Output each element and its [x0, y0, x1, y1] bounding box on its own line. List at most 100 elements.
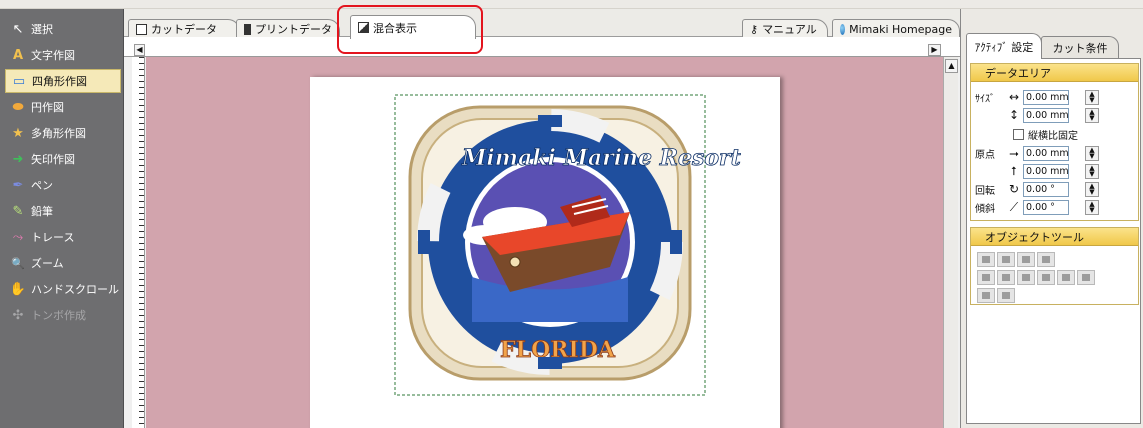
tool-select[interactable]: ↖ 選択 — [5, 17, 121, 41]
tool-label: ペン — [31, 179, 53, 192]
object-tool-row-1 — [977, 252, 1055, 267]
tool-label: トレース — [31, 231, 75, 244]
object-tool-title: オブジェクトツール — [971, 228, 1138, 246]
ellipse-icon: ⬬ — [12, 99, 24, 115]
width-field[interactable]: 0.00 mm — [1023, 89, 1069, 105]
origin-y-spinner[interactable]: ▲ ▼ — [1085, 163, 1099, 179]
drawing-canvas[interactable]: Mimaki Marine Resort FLORIDA — [146, 57, 943, 428]
tab-print-data[interactable]: プリントデータ — [236, 19, 340, 38]
pen-icon: ✒ — [12, 177, 24, 193]
bring-front-icon[interactable] — [977, 252, 995, 267]
bring-forward-icon[interactable] — [1017, 252, 1035, 267]
size-width-row: ｻｲｽﾞ ↔ 0.00 mm ▲ ▼ — [975, 88, 1099, 106]
tool-polygon[interactable]: ★ 多角形作図 — [5, 121, 121, 145]
height-field[interactable]: 0.00 mm — [1023, 107, 1069, 123]
rotate-icon: ↻ — [1008, 182, 1020, 196]
align-bottom-icon[interactable] — [1077, 270, 1095, 285]
object-tool-row-3 — [977, 288, 1015, 303]
data-area-group: データエリア ｻｲｽﾞ ↔ 0.00 mm ▲ ▼ ↕ 0.00 mm ▲ ▼ 縦横… — [970, 63, 1139, 221]
keep-ratio-label: 縦横比固定 — [1028, 130, 1078, 142]
width-arrow-icon: ↔ — [1008, 90, 1020, 104]
arrow-right-icon: ➜ — [12, 151, 24, 167]
tool-hand-scroll[interactable]: ✋ ハンドスクロール — [5, 277, 121, 301]
tab-mixed-view[interactable]: 混合表示 — [350, 15, 476, 39]
tab-label: プリントデータ — [255, 23, 332, 36]
tab-cut-conditions[interactable]: カット条件 — [1041, 36, 1119, 58]
tool-ellipse[interactable]: ⬬ 円作図 — [5, 95, 121, 119]
tool-text[interactable]: A 文字作図 — [5, 43, 121, 67]
document-tab-bar: カットデータ プリントデータ 混合表示 ⚷ マニュアル Mimaki Homep… — [124, 9, 960, 39]
skew-field[interactable]: 0.00 ° — [1023, 199, 1069, 215]
tool-pen[interactable]: ✒ ペン — [5, 173, 121, 197]
scroll-right-button[interactable]: ▶ — [928, 44, 941, 56]
scroll-up-button[interactable]: ▲ — [945, 59, 958, 73]
tool-palette: ↖ 選択 A 文字作図 ▭ 四角形作図 ⬬ 円作図 ★ 多角形作図 ➜ 矢印作図 ✒ ペン ✎… — [0, 9, 124, 428]
register-mark-icon: ✣ — [12, 307, 24, 323]
page-sheet: Mimaki Marine Resort FLORIDA — [310, 77, 780, 428]
top-bar — [0, 0, 1143, 9]
tab-mimaki-homepage[interactable]: Mimaki Homepage — [832, 19, 960, 38]
tab-label: マニュアル — [762, 23, 817, 36]
align-center-icon[interactable] — [997, 270, 1015, 285]
tool-label: 鉛筆 — [31, 205, 53, 218]
cut-data-icon — [136, 23, 147, 35]
tool-arrow[interactable]: ➜ 矢印作図 — [5, 147, 121, 171]
tool-zoom[interactable]: 🔍 ズーム — [5, 251, 121, 275]
align-left-icon[interactable] — [977, 270, 995, 285]
active-settings-body: データエリア ｻｲｽﾞ ↔ 0.00 mm ▲ ▼ ↕ 0.00 mm ▲ ▼ 縦横… — [966, 58, 1141, 424]
star-icon: ★ — [12, 125, 24, 141]
height-spinner[interactable]: ▲ ▼ — [1085, 107, 1099, 123]
zoom-icon: 🔍 — [11, 256, 25, 270]
keep-ratio-checkbox[interactable] — [1013, 128, 1024, 140]
origin-y-icon: ⭡ — [1011, 163, 1017, 178]
key-icon: ⚷ — [750, 22, 759, 36]
align-right-icon[interactable] — [1017, 270, 1035, 285]
origin-y-field[interactable]: 0.00 mm — [1023, 163, 1069, 179]
rotate-spinner[interactable]: ▲ ▼ — [1085, 181, 1099, 197]
tool-rectangle[interactable]: ▭ 四角形作図 — [5, 69, 121, 93]
origin-x-icon: ⭢ — [1009, 145, 1019, 160]
distribute-vertical-icon[interactable] — [997, 288, 1015, 303]
origin-label: 原点 — [975, 149, 995, 161]
tool-trace[interactable]: ⤳ トレース — [5, 225, 121, 249]
ruler-horizontal — [124, 37, 960, 57]
tab-label: カットデータ — [151, 23, 217, 36]
origin-x-field[interactable]: 0.00 mm — [1023, 145, 1069, 161]
tool-label: 選択 — [31, 23, 53, 36]
tab-label: 混合表示 — [373, 21, 417, 35]
globe-icon — [840, 23, 846, 35]
align-top-icon[interactable] — [1037, 270, 1055, 285]
object-tool-group: オブジェクトツール — [970, 227, 1139, 305]
tool-label: 円作図 — [31, 101, 64, 114]
skew-icon: ⟋ — [1009, 199, 1019, 214]
vertical-scrollbar[interactable]: ▲ — [943, 57, 958, 428]
tool-label: ハンドスクロール — [31, 283, 119, 296]
send-back-icon[interactable] — [997, 252, 1015, 267]
send-backward-icon[interactable] — [1037, 252, 1055, 267]
tab-manual[interactable]: ⚷ マニュアル — [742, 19, 828, 38]
hand-icon: ✋ — [9, 281, 27, 297]
width-spinner[interactable]: ▲ ▼ — [1085, 89, 1099, 105]
rotate-field[interactable]: 0.00 ° — [1023, 181, 1069, 197]
origin-x-spinner[interactable]: ▲ ▼ — [1085, 145, 1099, 161]
skew-spinner[interactable]: ▲ ▼ — [1085, 199, 1099, 215]
distribute-horizontal-icon[interactable] — [977, 288, 995, 303]
logo-artwork[interactable]: Mimaki Marine Resort FLORIDA — [310, 77, 780, 428]
data-area-title: データエリア — [971, 64, 1138, 82]
origin-x-row: 原点 ⭢ 0.00 mm ▲ ▼ — [975, 144, 1099, 162]
tab-cut-data[interactable]: カットデータ — [128, 19, 240, 38]
tool-label: ズーム — [31, 257, 64, 270]
properties-panel: ｱｸﾃｨﾌﾞ 設定 カット条件 データエリア ｻｲｽﾞ ↔ 0.00 mm ▲ ▼… — [960, 9, 1143, 428]
trace-icon: ⤳ — [12, 229, 24, 245]
tool-label: 四角形作図 — [32, 75, 87, 88]
align-middle-icon[interactable] — [1057, 270, 1075, 285]
mixed-view-icon — [358, 22, 369, 33]
tool-pencil[interactable]: ✎ 鉛筆 — [5, 199, 121, 223]
skew-label: 傾斜 — [975, 203, 995, 215]
tool-register-mark[interactable]: ✣ トンボ作成 — [5, 303, 121, 327]
rotate-label: 回転 — [975, 185, 995, 197]
scroll-left-button[interactable]: ◀ — [134, 44, 145, 56]
tab-active-settings[interactable]: ｱｸﾃｨﾌﾞ 設定 — [966, 33, 1042, 59]
text-a-icon: A — [12, 47, 24, 63]
origin-y-row: ⭡ 0.00 mm ▲ ▼ — [975, 162, 1099, 180]
